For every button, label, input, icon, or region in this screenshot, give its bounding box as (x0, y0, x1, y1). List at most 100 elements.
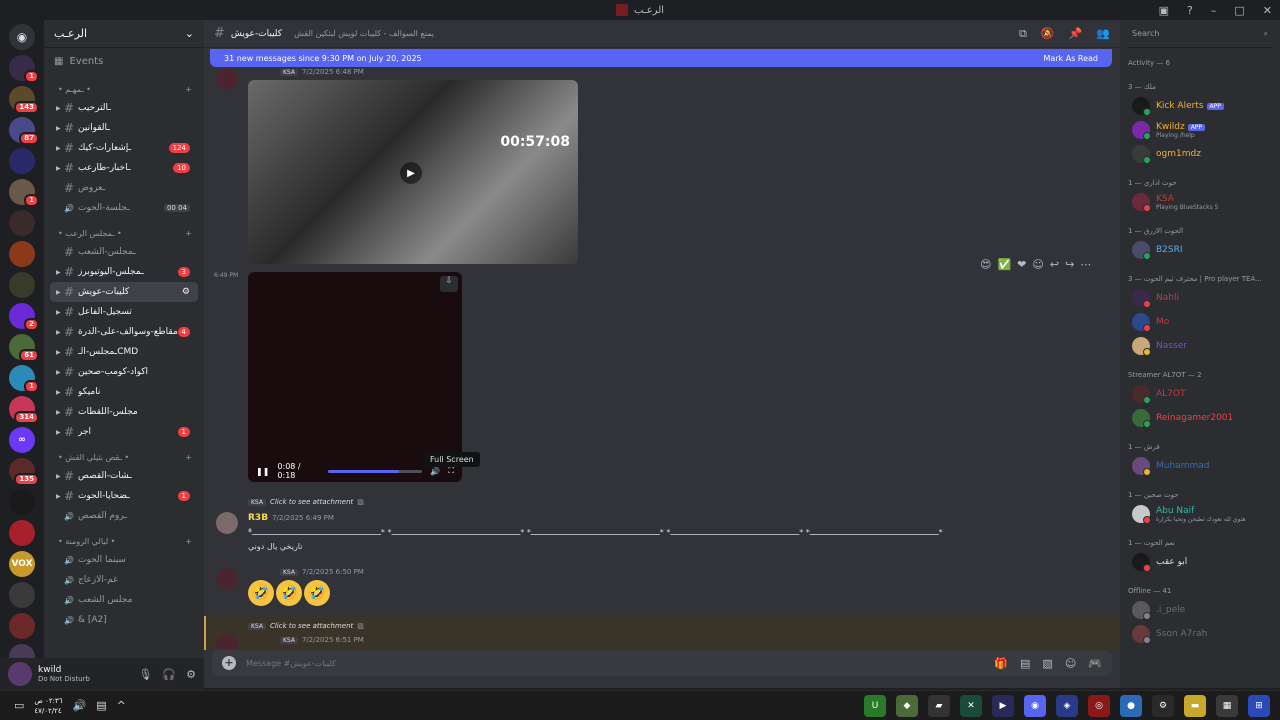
video-player[interactable]: ⇩ ❚❚ 0:08 / 0:18 🔊 ⛶ (248, 272, 462, 482)
member-item[interactable]: B2SRI (1128, 238, 1272, 262)
app-launcher-icon[interactable]: U (864, 694, 886, 717)
avatar[interactable] (8, 662, 32, 686)
message-avatar[interactable] (216, 512, 238, 534)
apps-icon[interactable]: 🎮 (1088, 657, 1102, 670)
search-box[interactable]: Search ⌕ (1128, 20, 1272, 48)
member-item[interactable]: Sson A7rah (1128, 622, 1272, 646)
channel-item[interactable]: ▶ # ـالترحيب (50, 98, 198, 118)
member-item[interactable]: Muhammad (1128, 454, 1272, 478)
reply-preview[interactable]: KSA Click to see attachment ▨ (248, 622, 364, 630)
app-icon[interactable]: ◎ (1088, 694, 1110, 717)
member-item[interactable]: Abu Naif هتوي لله تعودك تطيحن وتحيا بكراز… (1128, 502, 1272, 526)
download-icon[interactable]: ⇩ (440, 276, 458, 292)
chrome-icon[interactable]: ● (1120, 694, 1142, 717)
add-channel-icon[interactable]: + (185, 229, 192, 238)
server-icon[interactable] (9, 582, 35, 608)
channel-item[interactable]: ▶ # كليبات-عويش ⚙ (50, 282, 198, 302)
channel-item[interactable]: 🔊 سينما الحوت (50, 550, 198, 570)
server-icon[interactable]: ∞ (9, 427, 35, 453)
message-input[interactable] (246, 658, 985, 668)
member-item[interactable]: KSA Playing BlueStacks 5 (1128, 190, 1272, 214)
member-item[interactable]: Reinagamer2001 (1128, 406, 1272, 430)
member-item[interactable]: Kwildz APP Playing /help (1128, 118, 1272, 142)
server-icon[interactable] (9, 272, 35, 298)
member-item[interactable]: .i_pele (1128, 598, 1272, 622)
notification-icon[interactable]: ▭ (14, 699, 24, 712)
headphones-icon[interactable]: 🎧 (162, 668, 176, 681)
server-icon[interactable]: 1 (9, 55, 39, 83)
attach-plus-icon[interactable]: + (222, 656, 236, 670)
channel-item[interactable]: ▶ # ـالقوانين (50, 118, 198, 138)
reaction-check-icon[interactable]: ✅ (997, 258, 1011, 271)
channel-category[interactable]: • ليالي الرومنة • + (44, 532, 204, 550)
channel-item[interactable]: ▶ # اكواد-كومب-صحين (50, 362, 198, 382)
settings-icon[interactable]: ⚙ (1152, 694, 1174, 717)
mute-bell-icon[interactable]: 🔕 (1041, 27, 1055, 41)
threads-icon[interactable]: ⧉ (1019, 27, 1027, 41)
server-icon[interactable] (9, 613, 35, 639)
folder-icon[interactable]: ▬ (1184, 694, 1206, 717)
start-icon[interactable]: ⊞ (1248, 694, 1270, 717)
channel-item[interactable]: ▶ # تسجيل-الفاعل (50, 302, 198, 322)
inbox-icon[interactable]: ▣ (1159, 4, 1169, 17)
channel-topic[interactable]: يمنع السوالف - كليبات لويش لبثكين القش (294, 29, 1013, 38)
member-item[interactable]: Nahli (1128, 286, 1272, 310)
media-player-icon[interactable]: ▶ (992, 694, 1014, 717)
channel-item[interactable]: ▶ # ـضحايا-الحوت 1 (50, 486, 198, 506)
video-attachment[interactable]: 00:57:08 ▶ (248, 80, 578, 264)
network-icon[interactable]: ▤ (96, 699, 106, 712)
message-avatar[interactable] (216, 568, 238, 590)
server-icon[interactable]: 1 (9, 365, 39, 393)
message-avatar[interactable] (216, 68, 238, 90)
member-item[interactable]: Mo (1128, 310, 1272, 334)
app-icon[interactable]: ◈ (1056, 694, 1078, 717)
reply-preview[interactable]: KSA Click to see attachment ▨ (248, 498, 364, 506)
add-channel-icon[interactable]: + (185, 85, 192, 94)
channel-item[interactable]: 🔊 مجلس الشعب (50, 590, 198, 610)
member-item[interactable]: ogm1mdz (1128, 142, 1272, 166)
server-icon[interactable] (9, 241, 35, 267)
channel-item[interactable]: ▶ # ـمجلس-اليوتيوبرز 3 (50, 262, 198, 282)
channel-item[interactable]: ▶ # ـمجلس-الـCMD (50, 342, 198, 362)
server-icon[interactable]: 1 (9, 179, 39, 207)
channel-item[interactable]: ▶ # ـإشعارات-كيك 124 (50, 138, 198, 158)
member-item[interactable]: Kick Alerts APP (1128, 94, 1272, 118)
channel-item[interactable]: # ـعروض (50, 178, 198, 198)
server-icon[interactable] (9, 520, 35, 546)
member-item[interactable]: ابو عقب (1128, 550, 1272, 574)
channel-item[interactable]: 🔊 غم-الازعاج (50, 570, 198, 590)
server-icon[interactable] (9, 148, 35, 174)
gift-icon[interactable]: 🎁 (994, 657, 1008, 670)
server-icon[interactable]: 135 (9, 458, 39, 486)
video-progress-track[interactable] (328, 469, 423, 473)
server-icon[interactable]: 143 (9, 86, 39, 114)
reply-icon[interactable]: ↩ (1050, 258, 1059, 271)
reaction-icon[interactable]: 😍 (980, 258, 991, 271)
server-icon[interactable]: VOX (9, 551, 35, 577)
gif-icon[interactable]: ▤ (1020, 657, 1030, 670)
member-item[interactable]: Nasser (1128, 334, 1272, 358)
channel-settings-icon[interactable]: ⚙ (182, 287, 190, 297)
channel-item[interactable]: 🔊 ـروم القصص (50, 506, 198, 526)
xbox-icon[interactable]: ✕ (960, 694, 982, 717)
channel-category[interactable]: • ـمجلس الرعب • + (44, 224, 204, 242)
server-icon[interactable] (9, 210, 35, 236)
reaction-heart-icon[interactable]: ❤ (1017, 258, 1026, 271)
guild-header[interactable]: الرعـب ⌄ (44, 20, 204, 48)
store-icon[interactable]: ▦ (1216, 694, 1238, 717)
channel-item[interactable]: ▶ # مجلس-اللقطات (50, 402, 198, 422)
pin-icon[interactable]: 📌 (1069, 27, 1083, 41)
minimize-button[interactable]: – (1211, 4, 1217, 17)
play-icon[interactable]: ▶ (400, 162, 422, 184)
settings-gear-icon[interactable]: ⚙ (186, 668, 196, 681)
sticker-icon[interactable]: ▧ (1042, 657, 1052, 670)
pause-icon[interactable]: ❚❚ (256, 467, 269, 476)
server-icon[interactable]: 2 (9, 303, 39, 331)
channel-item[interactable]: ▶ # ـاخبار-طارعب 10 (50, 158, 198, 178)
channel-item[interactable]: 🔊 ـجلسة-الحوت 00 04 (50, 198, 198, 218)
forward-icon[interactable]: ↪ (1065, 258, 1074, 271)
more-icon[interactable]: ⋯ (1080, 258, 1091, 271)
server-icon[interactable]: 61 (9, 334, 39, 362)
channel-item[interactable]: ▶ # اجر 1 (50, 422, 198, 442)
help-icon[interactable]: ? (1187, 4, 1193, 17)
